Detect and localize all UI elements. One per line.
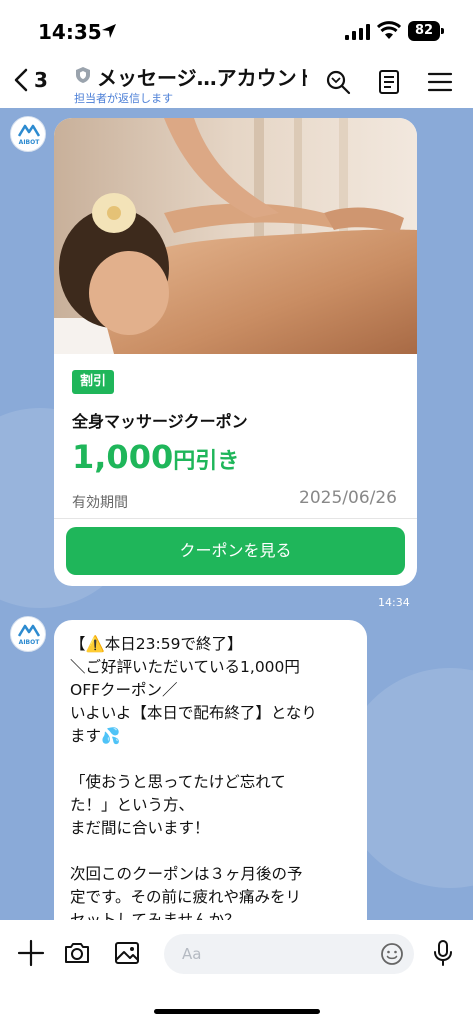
bot-logo-icon	[18, 124, 40, 137]
battery-icon: 82	[408, 21, 444, 41]
card-divider	[54, 518, 417, 519]
message-line	[70, 840, 351, 863]
status-time: 14:35	[38, 20, 102, 44]
bot-logo-icon	[18, 624, 40, 637]
avatar-label: AIBOT	[18, 639, 40, 646]
search-icon[interactable]	[324, 68, 352, 96]
message-line: まだ間に合います！	[70, 819, 210, 837]
chevron-left-icon	[14, 68, 28, 92]
message-line: 次回このクーポンは３ヶ月後の予	[70, 865, 303, 883]
validity-label: 有効期間	[72, 495, 128, 511]
avatar-label: AIBOT	[18, 139, 40, 146]
message-line	[70, 748, 351, 771]
message-line: 定です。その前に疲れや痛みをリ	[70, 888, 301, 906]
bot-avatar[interactable]: AIBOT	[10, 116, 46, 152]
plus-icon[interactable]	[16, 938, 46, 968]
message-line: た！」という方、	[70, 796, 195, 814]
coupon-card[interactable]: 割引 全身マッサージクーポン 1,000円引き 有効期間 2025/06/26 …	[54, 118, 417, 586]
shield-icon	[76, 67, 90, 83]
message-input[interactable]	[182, 934, 372, 974]
message-line: セットしてみませんか？	[70, 911, 240, 920]
status-bar: 14:35 82	[0, 0, 473, 52]
coupon-name: 全身マッサージクーポン	[72, 412, 248, 431]
text-message-bubble[interactable]: 【⚠️本日23:59で終了】 ＼ご好評いただいている1,000円 OFFクーポン…	[54, 620, 367, 920]
view-coupon-button[interactable]: クーポンを見る	[66, 527, 405, 575]
chat-subtitle: 担当者が返信します	[74, 92, 173, 105]
message-line: 【⚠️本日23:59で終了】	[70, 635, 243, 653]
message-line: ます💦	[70, 727, 121, 745]
home-indicator	[154, 1009, 320, 1014]
amount-value: 1,000	[72, 438, 174, 476]
chat-header: 3 メッセージ…アカウント 担当者が返信します	[0, 52, 473, 108]
menu-icon[interactable]	[426, 68, 454, 96]
discount-tag: 割引	[72, 370, 115, 394]
massage-photo[interactable]	[54, 118, 417, 354]
location-arrow-icon	[102, 24, 116, 38]
chat-area[interactable]: AIBOT 割引 全身マッサージクーポン 1,000円引き 有効期間 2025/…	[0, 108, 473, 920]
coupon-amount: 1,000円引き	[72, 438, 239, 476]
back-button[interactable]: 3	[14, 62, 48, 98]
message-line: ＼ご好評いただいている1,000円	[70, 658, 300, 676]
image-icon[interactable]	[112, 938, 142, 968]
wifi-icon	[377, 21, 401, 39]
input-bar	[0, 920, 473, 1024]
message-input-wrapper	[164, 934, 414, 974]
message-timestamp: 14:34	[378, 596, 410, 609]
microphone-icon[interactable]	[428, 938, 458, 968]
unread-count: 3	[34, 68, 48, 92]
cellular-signal-icon	[345, 24, 370, 40]
camera-icon[interactable]	[62, 938, 92, 968]
amount-unit: 円引き	[173, 449, 240, 474]
message-line: OFFクーポン／	[70, 681, 178, 699]
validity-date: 2025/06/26	[299, 488, 397, 508]
notes-icon[interactable]	[375, 68, 403, 96]
message-line: いよいよ【本日で配布終了】となり	[70, 704, 317, 722]
emoji-icon[interactable]	[380, 942, 404, 966]
message-line: 「使おうと思ってたけど忘れて	[70, 773, 286, 791]
chat-title[interactable]: メッセージ…アカウント	[97, 62, 307, 91]
bot-avatar[interactable]: AIBOT	[10, 616, 46, 652]
